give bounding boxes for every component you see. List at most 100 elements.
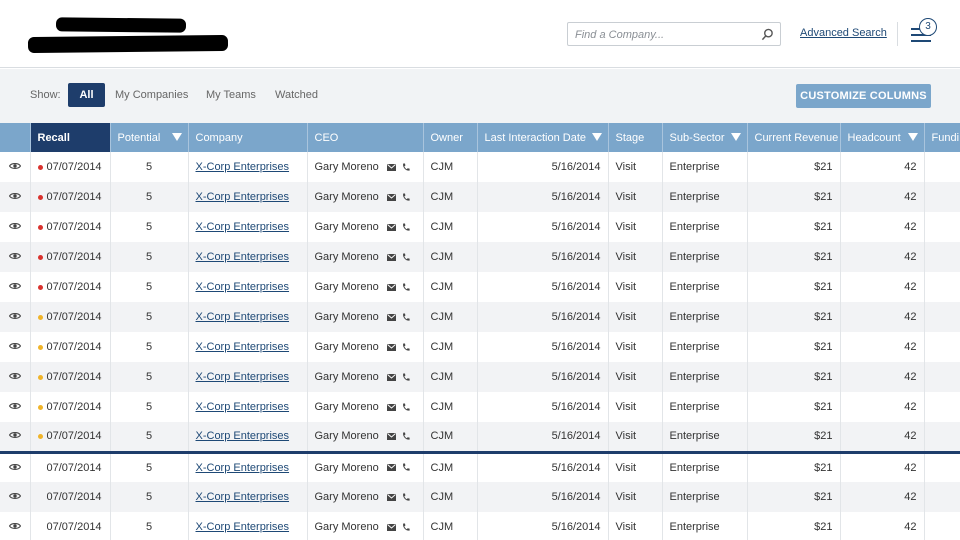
company-link[interactable]: X-Corp Enterprises (196, 221, 290, 233)
column-header-last-interaction[interactable]: Last Interaction Date (477, 123, 609, 152)
filter-all[interactable]: All (68, 83, 105, 107)
company-link[interactable]: X-Corp Enterprises (196, 401, 290, 413)
filter-my-teams[interactable]: My Teams (206, 83, 256, 107)
company-link[interactable]: X-Corp Enterprises (196, 371, 290, 383)
envelope-icon[interactable] (386, 373, 396, 381)
phone-icon[interactable] (402, 343, 410, 352)
envelope-icon[interactable] (386, 193, 396, 201)
envelope-icon[interactable] (386, 464, 396, 472)
table-row[interactable]: 07/07/2014 5 X-Corp Enterprises Gary Mor… (0, 362, 960, 392)
notification-badge[interactable]: 3 (919, 18, 937, 36)
company-link[interactable]: X-Corp Enterprises (196, 251, 290, 263)
envelope-icon[interactable] (386, 343, 396, 351)
eye-icon[interactable] (8, 162, 21, 170)
view-cell[interactable] (0, 302, 31, 332)
eye-icon[interactable] (8, 252, 21, 260)
phone-icon[interactable] (402, 313, 410, 322)
company-link[interactable]: X-Corp Enterprises (196, 191, 290, 203)
view-cell[interactable] (0, 450, 31, 482)
phone-icon[interactable] (402, 373, 410, 382)
company-link[interactable]: X-Corp Enterprises (196, 491, 290, 503)
view-cell[interactable] (0, 152, 31, 182)
phone-icon[interactable] (402, 283, 410, 292)
view-cell[interactable] (0, 482, 31, 512)
table-row[interactable]: 07/07/2014 5 X-Corp Enterprises Gary Mor… (0, 392, 960, 422)
view-cell[interactable] (0, 422, 31, 452)
phone-icon[interactable] (402, 223, 410, 232)
view-cell[interactable] (0, 362, 31, 392)
table-row[interactable]: 07/07/2014 5 X-Corp Enterprises Gary Mor… (0, 450, 960, 482)
table-row[interactable]: 07/07/2014 5 X-Corp Enterprises Gary Mor… (0, 512, 960, 540)
table-row[interactable]: 07/07/2014 5 X-Corp Enterprises Gary Mor… (0, 212, 960, 242)
view-cell[interactable] (0, 212, 31, 242)
envelope-icon[interactable] (386, 283, 396, 291)
phone-icon[interactable] (402, 463, 410, 472)
filter-my-companies[interactable]: My Companies (115, 83, 188, 107)
eye-icon[interactable] (8, 282, 21, 290)
magnifier-icon[interactable] (761, 28, 774, 41)
envelope-icon[interactable] (386, 313, 396, 321)
advanced-search-link[interactable]: Advanced Search (800, 27, 887, 39)
table-row[interactable]: 07/07/2014 5 X-Corp Enterprises Gary Mor… (0, 272, 960, 302)
column-header-owner[interactable]: Owner (423, 123, 478, 152)
table-row[interactable]: 07/07/2014 5 X-Corp Enterprises Gary Mor… (0, 152, 960, 182)
phone-icon[interactable] (402, 432, 410, 441)
eye-icon[interactable] (8, 402, 21, 410)
phone-icon[interactable] (402, 163, 410, 172)
view-cell[interactable] (0, 242, 31, 272)
company-link[interactable]: X-Corp Enterprises (196, 462, 290, 474)
column-header-company[interactable]: Company (188, 123, 308, 152)
company-link[interactable]: X-Corp Enterprises (196, 161, 290, 173)
envelope-icon[interactable] (386, 403, 396, 411)
eye-icon[interactable] (8, 342, 21, 350)
company-link[interactable]: X-Corp Enterprises (196, 521, 290, 533)
phone-icon[interactable] (402, 193, 410, 202)
company-link[interactable]: X-Corp Enterprises (196, 341, 290, 353)
envelope-icon[interactable] (386, 493, 396, 501)
phone-icon[interactable] (402, 403, 410, 412)
company-link[interactable]: X-Corp Enterprises (196, 311, 290, 323)
envelope-icon[interactable] (386, 253, 396, 261)
search-input[interactable] (575, 27, 755, 42)
column-header-current-revenue[interactable]: Current Revenue (747, 123, 841, 152)
filter-triangle-icon[interactable] (907, 133, 918, 141)
view-cell[interactable] (0, 332, 31, 362)
eye-icon[interactable] (8, 312, 21, 320)
phone-icon[interactable] (402, 493, 410, 502)
phone-icon[interactable] (402, 253, 410, 262)
filter-triangle-icon[interactable] (730, 133, 741, 141)
eye-icon[interactable] (8, 222, 21, 230)
eye-icon[interactable] (8, 492, 21, 500)
view-cell[interactable] (0, 512, 31, 540)
company-link[interactable]: X-Corp Enterprises (196, 281, 290, 293)
column-header-funding[interactable]: Fundi (924, 123, 960, 152)
envelope-icon[interactable] (386, 163, 396, 171)
filter-triangle-icon[interactable] (591, 133, 602, 141)
filter-watched[interactable]: Watched (275, 83, 318, 107)
company-link[interactable]: X-Corp Enterprises (196, 430, 290, 442)
eye-icon[interactable] (8, 463, 21, 471)
customize-columns-button[interactable]: CUSTOMIZE COLUMNS (796, 84, 931, 108)
company-search[interactable] (567, 22, 781, 46)
view-cell[interactable] (0, 392, 31, 422)
phone-icon[interactable] (402, 523, 410, 532)
view-cell[interactable] (0, 272, 31, 302)
column-header-headcount[interactable]: Headcount (840, 123, 925, 152)
filter-triangle-icon[interactable] (171, 133, 182, 141)
column-header-stage[interactable]: Stage (608, 123, 663, 152)
envelope-icon[interactable] (386, 523, 396, 531)
table-row[interactable]: 07/07/2014 5 X-Corp Enterprises Gary Mor… (0, 302, 960, 332)
eye-icon[interactable] (8, 431, 21, 439)
envelope-icon[interactable] (386, 223, 396, 231)
column-header-sub-sector[interactable]: Sub-Sector (662, 123, 748, 152)
column-header-potential[interactable]: Potential (110, 123, 189, 152)
eye-icon[interactable] (8, 522, 21, 530)
eye-icon[interactable] (8, 372, 21, 380)
eye-icon[interactable] (8, 192, 21, 200)
column-header-ceo[interactable]: CEO (307, 123, 424, 152)
table-row[interactable]: 07/07/2014 5 X-Corp Enterprises Gary Mor… (0, 332, 960, 362)
table-row[interactable]: 07/07/2014 5 X-Corp Enterprises Gary Mor… (0, 242, 960, 272)
table-row[interactable]: 07/07/2014 5 X-Corp Enterprises Gary Mor… (0, 422, 960, 452)
table-row[interactable]: 07/07/2014 5 X-Corp Enterprises Gary Mor… (0, 182, 960, 212)
table-row[interactable]: 07/07/2014 5 X-Corp Enterprises Gary Mor… (0, 482, 960, 512)
